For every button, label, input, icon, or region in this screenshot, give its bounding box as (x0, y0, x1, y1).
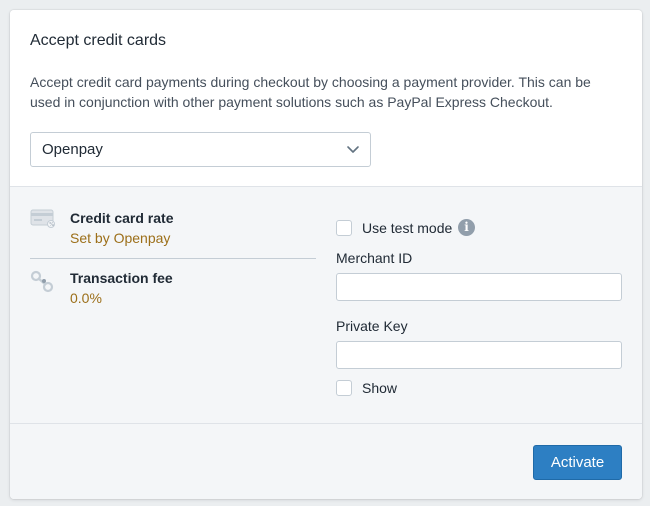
credit-card-rate-row: % Credit card rate Set by Openpay (30, 209, 316, 249)
show-key-checkbox[interactable] (336, 380, 352, 396)
private-key-input[interactable] (336, 341, 622, 369)
footer-divider (10, 423, 642, 424)
merchant-id-input[interactable] (336, 273, 622, 301)
payment-provider-select[interactable]: Openpay (30, 132, 371, 167)
rates-divider (30, 258, 316, 259)
test-mode-label[interactable]: Use test mode (362, 220, 452, 236)
svg-text:%: % (49, 222, 54, 228)
transaction-fee-row: Transaction fee 0.0% (30, 269, 316, 309)
provider-settings-panel: % Credit card rate Set by Openpay Transa… (10, 186, 642, 499)
card-title: Accept credit cards (30, 32, 167, 49)
link-icon (30, 270, 54, 293)
transaction-fee-value: 0.0% (70, 290, 102, 306)
credit-card-rate-value: Set by Openpay (70, 230, 171, 246)
accept-credit-cards-card: Accept credit cards Accept credit card p… (10, 10, 642, 499)
private-key-label: Private Key (336, 318, 408, 334)
credit-card-rate-label: Credit card rate (70, 210, 174, 226)
test-mode-checkbox[interactable] (336, 220, 352, 236)
merchant-id-label: Merchant ID (336, 250, 413, 266)
card-description: Accept credit card payments during check… (30, 74, 591, 110)
show-key-label[interactable]: Show (362, 380, 397, 396)
activate-button[interactable]: Activate (533, 445, 622, 480)
info-icon[interactable]: i (458, 219, 475, 236)
payment-provider-selected-value: Openpay (42, 141, 103, 158)
card-header-section: Accept credit cards Accept credit card p… (10, 10, 642, 186)
credit-card-icon: % (30, 209, 55, 228)
chevron-down-icon (347, 146, 359, 153)
transaction-fee-label: Transaction fee (70, 270, 173, 286)
